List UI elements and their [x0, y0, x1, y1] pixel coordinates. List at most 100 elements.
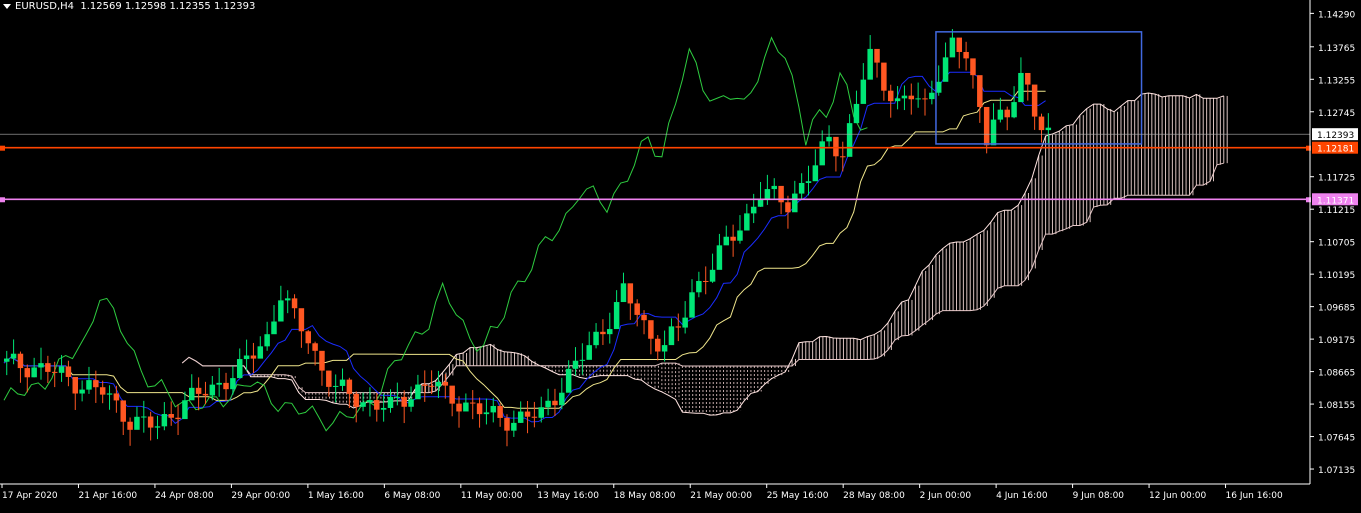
y-tick-label: 1.10195 — [1318, 271, 1355, 281]
candle-body — [798, 182, 805, 194]
candle-body — [120, 400, 126, 422]
candle-body — [298, 308, 305, 332]
candle-body — [607, 329, 613, 335]
y-tick-label: 1.07645 — [1318, 434, 1355, 444]
candle-body — [1025, 72, 1031, 85]
candle-body — [31, 367, 37, 378]
x-tick-label: 17 Apr 2020 — [2, 491, 58, 501]
candle-body — [901, 95, 908, 99]
chevron-down-icon[interactable] — [3, 3, 11, 9]
candle-body — [65, 366, 72, 377]
x-tick-label: 6 May 08:00 — [384, 491, 440, 501]
senkou-span-b — [181, 162, 1224, 394]
candle-body — [346, 379, 353, 394]
candle-body — [983, 106, 990, 146]
candle-body — [476, 403, 483, 415]
candle-body — [1011, 102, 1017, 118]
candle-body — [435, 381, 442, 387]
y-tick-label: 1.13765 — [1318, 44, 1355, 54]
y-tick-label: 1.09175 — [1318, 336, 1355, 346]
candle-body — [709, 269, 716, 282]
candle-body — [45, 363, 51, 372]
axes: 1.14290 1.13765 1.13255 1.12745 1.11725 1.112… — [0, 0, 1358, 501]
candle-body — [716, 245, 723, 270]
candle-body — [942, 57, 949, 82]
candle-body — [737, 230, 743, 241]
candle-body — [305, 331, 311, 344]
x-tick-label: 29 Apr 00:00 — [231, 491, 290, 501]
candle-body — [641, 314, 647, 321]
candle-body — [99, 387, 106, 395]
y-tick-label: 1.10705 — [1318, 239, 1355, 249]
candle-body — [949, 37, 956, 58]
candle-body — [894, 98, 901, 102]
candle-body — [840, 156, 846, 158]
candle-body — [668, 326, 675, 346]
y-tick-label: 1.14290 — [1318, 10, 1355, 20]
candle-body — [935, 81, 942, 93]
chart-header: EURUSD,H4 1.12569 1.12598 1.12355 1.1239… — [3, 1, 255, 12]
candle-body — [326, 370, 332, 387]
candle-body — [785, 202, 791, 213]
candle-body — [353, 393, 359, 407]
candle-body — [1004, 109, 1010, 118]
red-level-handle-left — [0, 145, 5, 151]
candle-body — [655, 338, 661, 352]
ohlc-values: 1.12569 1.12598 1.12355 1.12393 — [80, 1, 256, 12]
candle-body — [223, 382, 229, 390]
candle-body — [182, 400, 188, 420]
candle-body — [202, 393, 209, 396]
candle-body — [1038, 116, 1045, 131]
candle-body — [428, 385, 435, 387]
candle-body — [10, 353, 17, 359]
candle-body — [517, 411, 524, 423]
candle-body — [531, 416, 538, 418]
candle-body — [833, 136, 839, 157]
candle-body — [147, 416, 154, 428]
candle-body — [175, 417, 181, 420]
candle-body — [600, 331, 606, 335]
candle-body — [24, 368, 31, 378]
candle-body — [634, 303, 640, 315]
candle-body — [490, 405, 497, 413]
candle-body — [915, 98, 921, 100]
x-tick-label: 12 Jun 00:00 — [1149, 491, 1206, 501]
candle-body — [278, 300, 284, 322]
candle-body — [867, 48, 873, 80]
candle-body — [250, 355, 257, 359]
candle-body — [860, 79, 867, 104]
candle-body — [805, 181, 812, 183]
bid-price-label: 1.12393 — [1317, 131, 1354, 141]
candle-body — [524, 411, 531, 417]
candle-body — [723, 236, 730, 246]
candle-body — [449, 385, 455, 404]
candle-body — [648, 320, 654, 339]
red-level-price-label: 1.12181 — [1317, 145, 1354, 155]
y-tick-label: 1.11725 — [1318, 174, 1355, 184]
candle-body — [195, 387, 202, 394]
candle-body — [627, 283, 634, 304]
candle-body — [565, 368, 572, 393]
candle-body — [977, 75, 983, 107]
x-tick-label: 4 Jun 16:00 — [996, 491, 1048, 501]
x-tick-label: 21 Apr 16:00 — [78, 491, 137, 501]
candle-body — [812, 165, 819, 182]
candle-body — [209, 384, 216, 396]
candle-body — [764, 189, 771, 199]
candle-body — [874, 48, 880, 63]
candle-body — [394, 396, 401, 398]
candles — [4, 29, 1052, 447]
candle-body — [696, 280, 702, 293]
candle-body — [106, 393, 113, 395]
y-tick-label: 1.08665 — [1318, 369, 1355, 379]
candle-body — [819, 141, 825, 166]
candle-body — [264, 334, 270, 347]
tenkan-line — [3, 71, 1046, 424]
candle-body — [380, 407, 387, 410]
candle-body — [86, 380, 92, 390]
chart[interactable]: 1.14290 1.13765 1.13255 1.12745 1.11725 1.112… — [0, 0, 1361, 508]
y-tick-label: 1.12745 — [1318, 109, 1355, 119]
candle-body — [702, 280, 709, 282]
chart-canvas[interactable]: 1.14290 1.13765 1.13255 1.12745 1.11725 1.112… — [0, 0, 1361, 508]
candle-body — [1018, 72, 1024, 103]
